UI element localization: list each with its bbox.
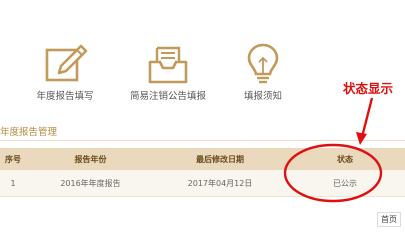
tile-annual-report-fill[interactable]: 年度报告填写 [10, 28, 120, 102]
header-last-modified: 最后修改日期 [155, 148, 285, 170]
header-index: 序号 [0, 148, 26, 170]
status-annotation-label: 状态显示 [343, 81, 394, 96]
cell-last-modified: 2017年04月12日 [155, 170, 285, 197]
tile-simple-cancellation-notice[interactable]: 简易注销公告填报 [113, 28, 223, 102]
annual-report-table: 序号 报告年份 最后修改日期 状态 1 2016年年度报告 2017年04月12… [0, 148, 405, 197]
pencil-document-icon [45, 44, 88, 82]
inbox-tray-icon [148, 46, 188, 84]
header-status: 状态 [285, 148, 405, 170]
cell-report-year[interactable]: 2016年年度报告 [26, 170, 155, 197]
header-report-year: 报告年份 [26, 148, 155, 170]
tile-label: 年度报告填写 [36, 91, 94, 102]
table-row[interactable]: 1 2016年年度报告 2017年04月12日 已公示 [0, 170, 405, 197]
cell-status: 已公示 [285, 170, 405, 197]
section-divider [0, 140, 405, 141]
table-header-row: 序号 报告年份 最后修改日期 状态 [0, 148, 405, 170]
cell-index: 1 [0, 170, 26, 197]
tile-filing-instructions[interactable]: 填报须知 [208, 28, 318, 102]
tile-label: 简易注销公告填报 [129, 91, 206, 102]
annotation-arrow [356, 97, 374, 145]
first-page-button[interactable]: 首页 [377, 212, 401, 227]
tile-label: 填报须知 [243, 91, 282, 102]
lightbulb-icon [247, 43, 279, 84]
section-title: 年度报告管理 [0, 127, 58, 138]
